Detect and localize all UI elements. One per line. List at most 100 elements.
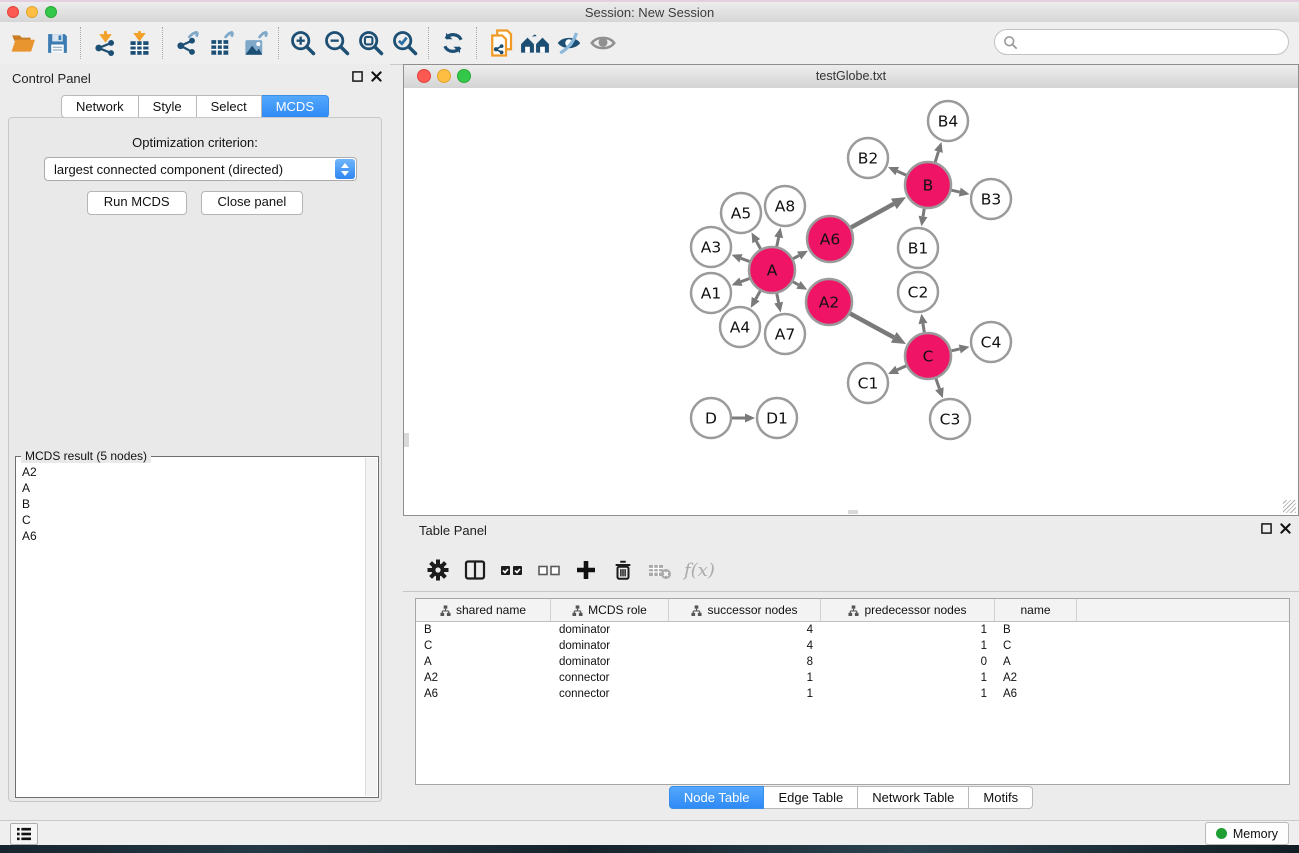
delete-column-button[interactable] (608, 555, 638, 585)
import-table-button[interactable] (122, 26, 156, 60)
float-panel-icon[interactable] (352, 71, 363, 82)
table-row[interactable]: A2connector11A2 (416, 670, 1289, 686)
result-scrollbar[interactable] (365, 458, 377, 796)
graph-node-B1[interactable]: B1 (898, 228, 938, 268)
hide-selected-button[interactable] (552, 26, 586, 60)
tab-motifs[interactable]: Motifs (969, 786, 1033, 809)
criterion-select[interactable]: largest connected component (directed) (44, 157, 357, 181)
criterion-selected-value: largest connected component (directed) (54, 162, 283, 177)
first-neighbors-button[interactable] (518, 26, 552, 60)
graph-arrowhead (919, 216, 928, 227)
refresh-button[interactable] (436, 26, 470, 60)
graph-node-D1[interactable]: D1 (757, 398, 797, 438)
graph-node-A7[interactable]: A7 (765, 314, 805, 354)
graph-node-A4[interactable]: A4 (720, 307, 760, 347)
table-cell: A6 (416, 688, 551, 700)
graph-node-C1[interactable]: C1 (848, 363, 888, 403)
main-toolbar (0, 22, 1299, 65)
column-header-predecessor-nodes[interactable]: predecessor nodes (821, 599, 995, 621)
create-column-button[interactable] (571, 555, 601, 585)
graph-node-B2[interactable]: B2 (848, 138, 888, 178)
close-panel-icon[interactable] (371, 71, 382, 82)
graph-node-A3[interactable]: A3 (691, 227, 731, 267)
graph-node-A5[interactable]: A5 (721, 193, 761, 233)
clone-network-button[interactable] (484, 26, 518, 60)
graph-node-A[interactable]: A (749, 247, 795, 293)
show-columns-button[interactable] (460, 555, 490, 585)
result-item[interactable]: A6 (22, 528, 366, 544)
tab-mcds[interactable]: MCDS (262, 95, 329, 118)
export-table-button[interactable] (204, 26, 238, 60)
network-resize-grip[interactable] (1283, 500, 1296, 513)
open-session-button[interactable] (6, 26, 40, 60)
tab-style[interactable]: Style (139, 95, 197, 118)
table-cell: 1 (669, 688, 821, 700)
result-item[interactable]: C (22, 512, 366, 528)
clone-network-icon (486, 28, 516, 58)
table-row[interactable]: A6connector11A6 (416, 686, 1289, 702)
graph-node-A1[interactable]: A1 (691, 273, 731, 313)
float-panel-icon[interactable] (1261, 523, 1272, 534)
zoom-selected-button[interactable] (388, 26, 422, 60)
graph-node-C[interactable]: C (905, 333, 951, 379)
column-header-MCDS-role[interactable]: MCDS role (551, 599, 669, 621)
graph-edge-A-A6 (793, 255, 799, 258)
graph-node-D[interactable]: D (691, 398, 731, 438)
graph-node-B[interactable]: B (905, 162, 951, 208)
tab-network-table[interactable]: Network Table (858, 786, 969, 809)
table-settings-button[interactable] (423, 555, 453, 585)
task-history-button[interactable] (10, 823, 38, 845)
import-network-button[interactable] (88, 26, 122, 60)
status-bar: Memory (0, 820, 1299, 845)
memory-button[interactable]: Memory (1205, 822, 1289, 845)
show-all-button[interactable] (586, 26, 620, 60)
deselect-all-button[interactable] (534, 555, 564, 585)
result-item[interactable]: A (22, 480, 366, 496)
network-window-titlebar[interactable]: testGlobe.txt (404, 65, 1298, 89)
tab-edge-table[interactable]: Edge Table (764, 786, 858, 809)
network-hscroll-thumb[interactable] (848, 510, 858, 514)
column-header-name[interactable]: name (995, 599, 1077, 621)
graph-node-B4[interactable]: B4 (928, 101, 968, 141)
graph-edge-A-A8 (777, 237, 779, 246)
svg-text:A4: A4 (730, 319, 750, 337)
run-mcds-button[interactable]: Run MCDS (87, 191, 187, 215)
table-cell: 4 (669, 624, 821, 636)
save-session-button[interactable] (40, 26, 74, 60)
tab-select[interactable]: Select (197, 95, 262, 118)
export-network-button[interactable] (170, 26, 204, 60)
tab-node-table[interactable]: Node Table (669, 786, 765, 809)
table-cell: A (416, 656, 551, 668)
export-image-button[interactable] (238, 26, 272, 60)
result-item[interactable]: B (22, 496, 366, 512)
graph-node-A6[interactable]: A6 (807, 216, 853, 262)
zoom-fit-button[interactable] (354, 26, 388, 60)
graph-node-A2[interactable]: A2 (806, 279, 852, 325)
close-panel-button[interactable]: Close panel (201, 191, 304, 215)
column-header-shared-name[interactable]: shared name (416, 599, 551, 621)
zoom-selected-icon (391, 29, 419, 57)
network-vscroll-thumb[interactable] (404, 433, 409, 447)
table-cell: 1 (821, 624, 995, 636)
network-graph[interactable]: A A1 A2 A3 A4 A5 A6 A7 A8 B B1 B2 B3B4 C C1 C2 C3C4 D D1 (404, 88, 1298, 515)
graph-node-A8[interactable]: A8 (765, 186, 805, 226)
select-all-button[interactable] (497, 555, 527, 585)
column-header-successor-nodes[interactable]: successor nodes (669, 599, 821, 621)
close-panel-icon[interactable] (1280, 523, 1291, 534)
search-input[interactable] (994, 29, 1289, 55)
result-item[interactable]: A2 (22, 464, 366, 480)
graph-node-C4[interactable]: C4 (971, 322, 1011, 362)
graph-node-C2[interactable]: C2 (898, 272, 938, 312)
memory-status-dot (1216, 828, 1227, 839)
graph-node-B3[interactable]: B3 (971, 179, 1011, 219)
graph-node-C3[interactable]: C3 (930, 399, 970, 439)
network-canvas[interactable]: A A1 A2 A3 A4 A5 A6 A7 A8 B B1 B2 B3B4 C C1 C2 C3C4 D D1 (404, 88, 1298, 515)
table-row[interactable]: Cdominator41C (416, 638, 1289, 654)
zoom-in-button[interactable] (286, 26, 320, 60)
checked-boxes-icon (499, 557, 525, 583)
table-row[interactable]: Adominator80A (416, 654, 1289, 670)
zoom-out-button[interactable] (320, 26, 354, 60)
search-icon (1003, 35, 1018, 50)
tab-network[interactable]: Network (61, 95, 139, 118)
table-row[interactable]: Bdominator41B (416, 622, 1289, 638)
